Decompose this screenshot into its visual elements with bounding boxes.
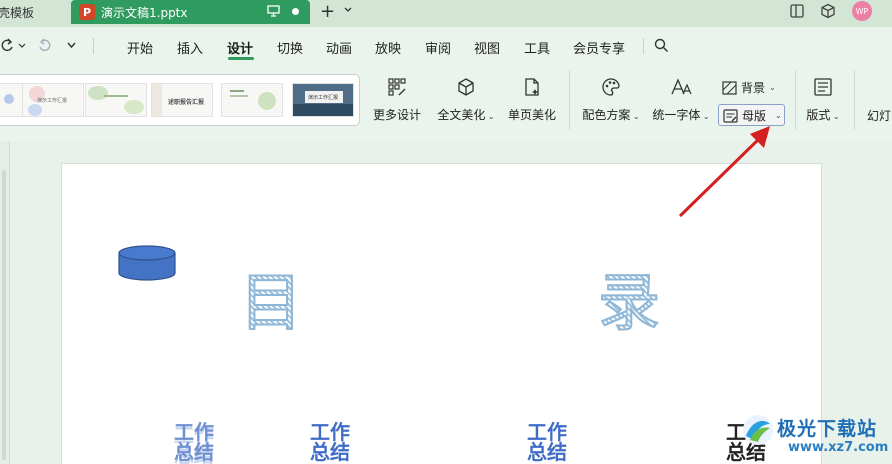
user-avatar[interactable]: WP (852, 1, 872, 21)
layout-button[interactable]: 版式 ⌄ (803, 77, 843, 123)
wordart-text: 工作 总结 (174, 420, 214, 464)
chevron-down-icon[interactable]: ⌄ (775, 111, 782, 120)
palette-icon (602, 78, 620, 96)
thumbnail-scrollbar[interactable] (2, 170, 6, 460)
wordart-text: 工作 总结 (310, 420, 350, 464)
ppt-file-icon: P (79, 4, 95, 20)
menu-item-home[interactable]: 开始 (127, 38, 153, 57)
background-button[interactable]: 背景 ⌄ (722, 79, 776, 96)
menu-divider (643, 38, 644, 54)
template-thumbnail[interactable] (85, 83, 147, 117)
grid-design-icon (388, 78, 406, 96)
thumbnail-caption: 演示工作汇报 (37, 98, 68, 104)
full-beautify-button[interactable]: 全文美化 ⌄ (437, 77, 495, 123)
page-beautify-button[interactable]: 单页美化 (507, 77, 557, 123)
page-beautify-label: 单页美化 (507, 108, 556, 122)
monitor-icon[interactable] (267, 5, 280, 17)
title-bar: 壳模板 P 演示文稿1.pptx + WP (0, 0, 892, 27)
menu-item-insert[interactable]: 插入 (177, 38, 203, 57)
page-sparkle-icon (525, 78, 539, 96)
tab-active-document[interactable]: P 演示文稿1.pptx (71, 0, 310, 24)
cube-icon[interactable] (820, 3, 836, 19)
layout-label: 版式 ⌄ (803, 106, 843, 123)
thumbnail-caption: 演示工作汇报 (308, 95, 339, 101)
wordart-text: 工作 总结 (527, 420, 567, 464)
ribbon-divider (795, 70, 796, 130)
cube-beautify-icon (458, 78, 474, 96)
thumbnail-caption: 述职报告汇报 (168, 99, 205, 106)
aurora-logo-icon (743, 415, 773, 445)
background-fill-icon (722, 80, 737, 95)
ribbon-divider (854, 70, 855, 130)
template-thumbnail[interactable]: 述职报告汇报 (151, 83, 213, 117)
menu-item-slideshow[interactable]: 放映 (375, 38, 401, 57)
sidebar-toggle-icon[interactable] (789, 3, 805, 19)
more-design-label: 更多设计 (372, 108, 421, 122)
menu-item-animation[interactable]: 动画 (326, 38, 352, 57)
menu-item-transition[interactable]: 切换 (277, 38, 303, 57)
slide-size-button[interactable]: 幻灯 (867, 107, 891, 124)
design-template-gallery[interactable]: 演示工作汇报 述职报告汇报 演示工作汇报 (0, 74, 360, 126)
menu-item-view[interactable]: 视图 (474, 38, 500, 57)
menu-item-tools[interactable]: 工具 (524, 38, 550, 57)
menu-divider (93, 38, 94, 54)
redo-icon[interactable] (38, 38, 52, 52)
template-thumbnail[interactable]: 演示工作汇报 (22, 83, 84, 117)
ribbon-divider (569, 70, 570, 130)
menu-item-design[interactable]: 设计 (227, 38, 253, 57)
layout-text: 版式 (806, 108, 831, 122)
full-beautify-text: 全文美化 (437, 108, 486, 122)
tab-previous-document[interactable]: 壳模板 (0, 0, 66, 24)
unify-font-button[interactable]: 统一字体 ⌄ (651, 77, 711, 123)
wordart-sample-3[interactable]: 工作 总结 (523, 422, 571, 462)
tab-active-label: 演示文稿1.pptx (101, 5, 188, 20)
menu-item-member[interactable]: 会员专享 (573, 38, 625, 57)
active-tab-indicator (228, 57, 254, 60)
color-scheme-label: 配色方案 ⌄ (581, 106, 641, 123)
unsaved-dot-icon (292, 8, 299, 15)
color-scheme-text: 配色方案 (582, 108, 631, 122)
dropdown-caret-icon: ⌄ (830, 112, 840, 121)
watermark-url: www.xz7.com (788, 440, 889, 455)
more-design-button[interactable]: 更多设计 (372, 77, 422, 123)
undo-dropdown-chevron-icon[interactable] (18, 42, 26, 50)
dropdown-caret-icon: ⌄ (485, 112, 495, 121)
dropdown-caret-icon: ⌄ (769, 83, 776, 92)
title-char-mu[interactable]: 目 (239, 252, 303, 342)
menu-item-review[interactable]: 审阅 (425, 38, 451, 57)
quick-access-chevron-icon[interactable] (66, 40, 77, 51)
dropdown-caret-icon: ⌄ (630, 112, 640, 121)
watermark-title: 极光下载站 (777, 418, 878, 440)
annotation-arrow (678, 126, 770, 218)
color-scheme-button[interactable]: 配色方案 ⌄ (581, 77, 641, 123)
full-beautify-label: 全文美化 ⌄ (437, 106, 495, 123)
title-char-lu[interactable]: 录 (597, 252, 661, 342)
new-tab-plus-icon[interactable]: + (320, 1, 335, 22)
wordart-sample-1[interactable]: 工作 总结 (170, 422, 218, 462)
search-icon[interactable] (654, 38, 669, 53)
font-aa-icon (671, 78, 692, 95)
wordart-sample-2[interactable]: 工作 总结 (306, 422, 354, 462)
template-thumbnail[interactable]: 演示工作汇报 (292, 83, 354, 117)
slide-size-label: 幻灯 (867, 109, 892, 123)
background-label: 背景 (741, 81, 766, 95)
cylinder-shape[interactable] (117, 245, 177, 285)
undo-icon[interactable] (0, 38, 14, 52)
chevron-down-icon[interactable] (343, 5, 353, 15)
layout-icon (814, 78, 832, 96)
site-watermark: 极光下载站 www.xz7.com (740, 410, 892, 464)
template-thumbnail[interactable] (221, 83, 283, 117)
tab-previous-label: 壳模板 (0, 5, 35, 20)
